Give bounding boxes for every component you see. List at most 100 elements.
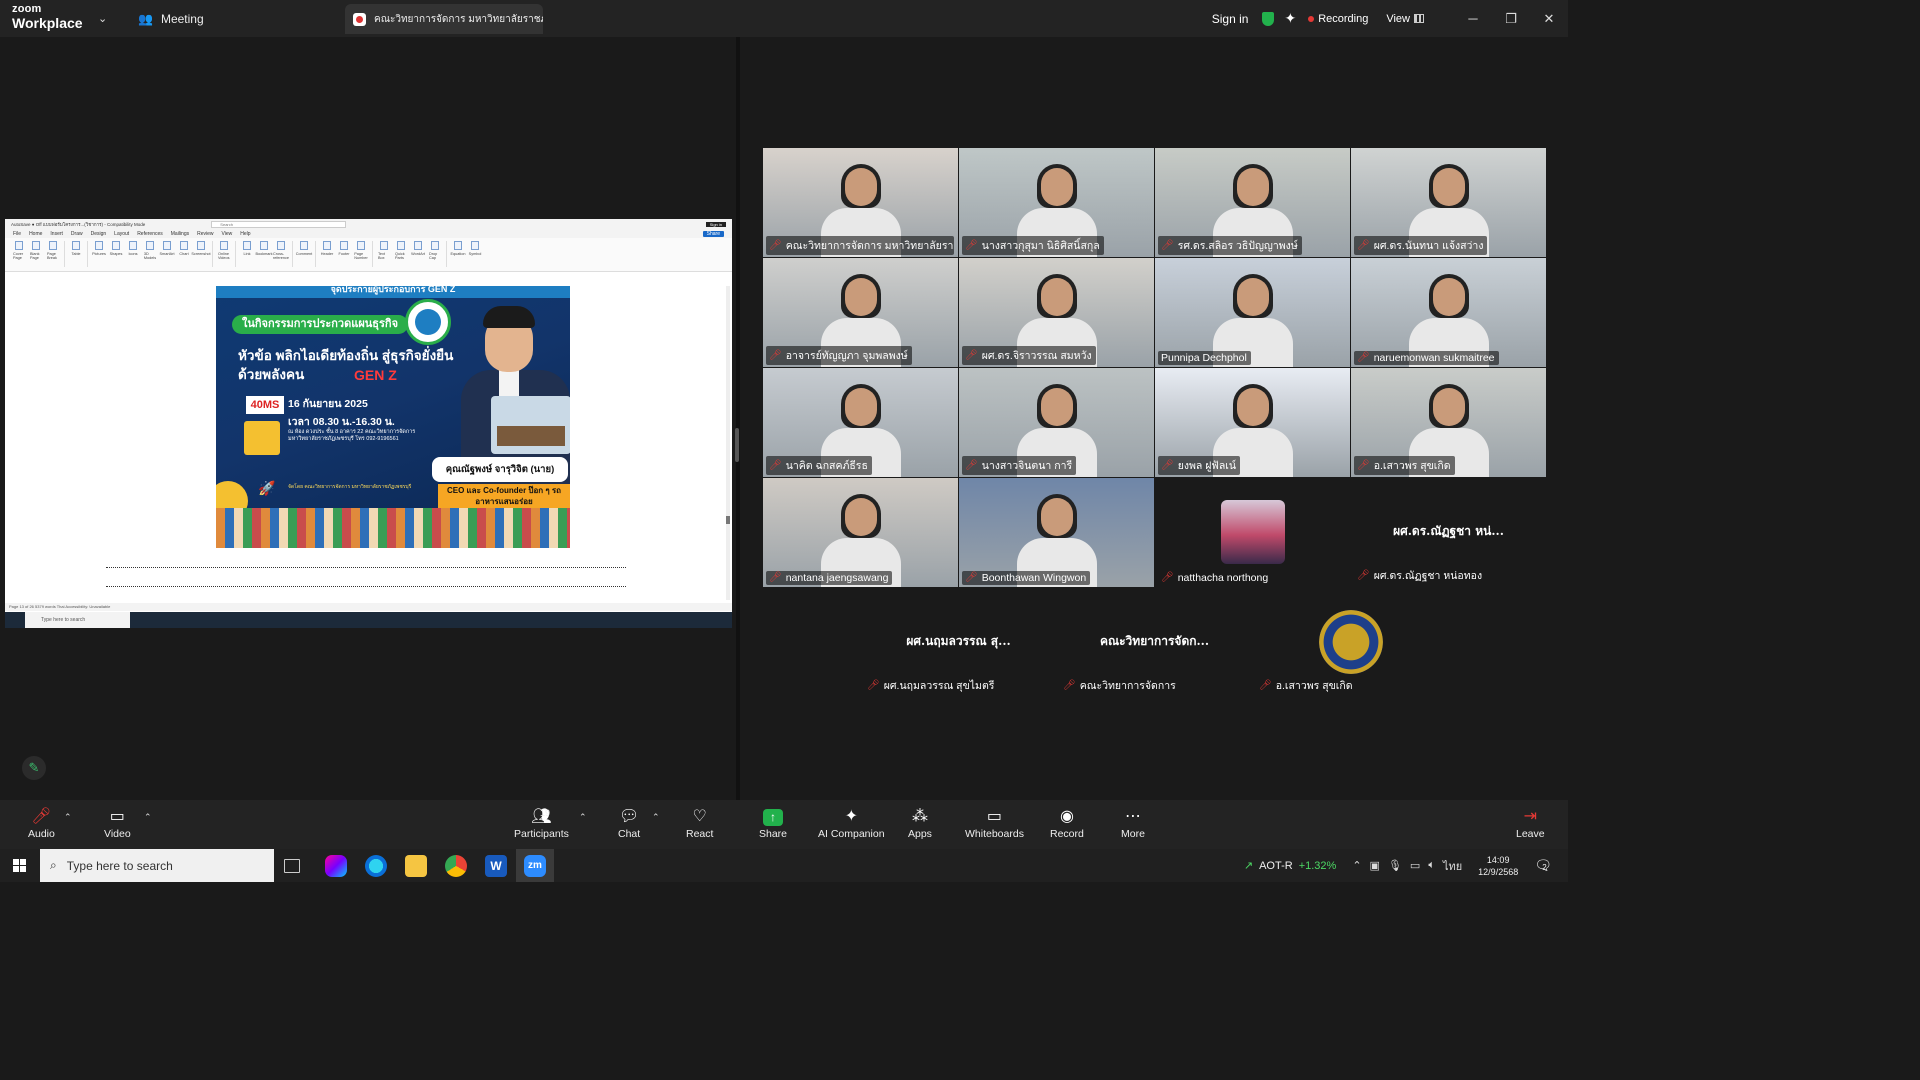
close-icon[interactable]: ✕ bbox=[1530, 11, 1568, 27]
share-screen-button[interactable]: ↑ Share bbox=[759, 806, 787, 846]
participant-tile[interactable]: 🎤︎ นางสาวกุสุมา นิธิศิสนิ์สกุล bbox=[959, 148, 1154, 257]
view-grid-icon[interactable] bbox=[1414, 14, 1424, 23]
chrome-browser-icon[interactable] bbox=[445, 855, 467, 877]
participant-name-tag: 🎤︎ ผศ.ดร.นันทนา แจ้งสว่าง bbox=[1354, 236, 1488, 255]
minimize-icon[interactable]: ─ bbox=[1454, 11, 1492, 26]
stock-widget[interactable]: ↗ AOT-R +1.32% bbox=[1244, 859, 1336, 873]
ribbon-separator bbox=[87, 241, 88, 267]
word-app-icon[interactable]: W bbox=[485, 855, 507, 877]
leave-button[interactable]: ⇥ Leave bbox=[1516, 806, 1545, 846]
react-button[interactable]: ♡ React bbox=[686, 806, 713, 846]
task-view-icon[interactable] bbox=[284, 859, 300, 873]
video-button[interactable]: ▭ Video bbox=[104, 806, 131, 846]
recording-indicator[interactable]: Recording bbox=[1318, 13, 1368, 25]
university-seal-avatar bbox=[1319, 610, 1383, 674]
participant-tile[interactable]: 🎤︎ ยงพล ฝูฟัลเน์ bbox=[1155, 368, 1350, 477]
participant-tile[interactable]: 🎤︎ nantana jaengsawang bbox=[763, 478, 958, 587]
word-share-button: Share bbox=[702, 230, 724, 237]
participant-tile[interactable]: 🎤︎ ผศ.ดร.นันทนา แจ้งสว่าง bbox=[1351, 148, 1546, 257]
tray-chevron-up-icon[interactable]: ⌃ bbox=[1352, 859, 1361, 872]
participant-name: อาจารย์ทัญญภา จุมพลพงษ์ bbox=[785, 350, 908, 362]
poster-40ms-logo: 40MS bbox=[246, 396, 284, 414]
poster-activity-pill: ในกิจกรรมการประกวดแผนธุรกิจ bbox=[232, 315, 409, 334]
volume-icon[interactable]: 🔈︎ bbox=[1428, 859, 1435, 872]
participant-name-tag: 🎤︎ ผศ.นฤมลวรรณ สุขไมตรี bbox=[864, 676, 999, 695]
poster-speaker-role: CEO และ Co-founder ป๊อก ๆ รถอาหารแสนอร่อ… bbox=[438, 484, 570, 508]
participant-name: Boonthawan Wingwon bbox=[981, 572, 1087, 584]
ribbon-footer: Footer bbox=[338, 241, 350, 263]
participant-name: ผศ.ดร.นันทนา แจ้งสว่าง bbox=[1373, 240, 1484, 252]
participant-tile[interactable]: 🎤︎ naruemonwan sukmaitree bbox=[1351, 258, 1546, 367]
participant-tile[interactable]: 🎤︎ อ.เสาวพร สุขเกิด bbox=[1351, 368, 1546, 477]
participants-button[interactable]: 👥︎ 19 Participants bbox=[514, 806, 569, 846]
participants-label: Participants bbox=[514, 828, 569, 840]
word-menu-home: Home bbox=[29, 230, 43, 237]
apps-button[interactable]: ⁂ Apps bbox=[908, 806, 932, 846]
restore-icon[interactable]: ❐ bbox=[1492, 11, 1530, 27]
copilot-icon[interactable] bbox=[325, 855, 347, 877]
ribbon-blank-page: Blank Page bbox=[30, 241, 42, 263]
zoom-logo[interactable]: zoom Workplace bbox=[12, 4, 83, 31]
input-language[interactable]: ไทย bbox=[1443, 857, 1462, 875]
participant-tile[interactable]: 🎤︎ natthacha northong bbox=[1155, 478, 1350, 587]
participant-name: คณะวิทยาการจัดการ มหาวิทยาลัยราชภัฏ... bbox=[785, 240, 954, 252]
taskbar-search-input[interactable]: ⌕ Type here to search bbox=[40, 849, 274, 882]
more-button[interactable]: ⋯ More bbox=[1121, 806, 1145, 846]
shield-icon[interactable] bbox=[1262, 11, 1275, 26]
participants-caret-icon[interactable]: ⌃ bbox=[579, 812, 587, 823]
chat-button[interactable]: 💬︎ Chat bbox=[618, 806, 640, 846]
participant-name-tag: 🎤︎ คณะวิทยาการจัดการ bbox=[1060, 676, 1180, 695]
participant-tile[interactable]: 🎤︎คณะวิทยาการจัดการ มหาวิทยาลัยราชภัฏ... bbox=[763, 148, 958, 257]
whiteboards-label: Whiteboards bbox=[965, 828, 1024, 840]
pane-resize-handle[interactable] bbox=[735, 428, 739, 462]
participant-tile[interactable]: ผศ.ดร.ณัฏฐชา หน่... 🎤︎ ผศ.ดร.ณัฏฐชา หน่อทอ… bbox=[1351, 478, 1546, 587]
mic-off-icon: 🎤︎ bbox=[1357, 569, 1370, 581]
ribbon-cross-reference: Cross-reference bbox=[273, 241, 289, 263]
participant-tile[interactable]: 🎤︎ อ.เสาวพร สุขเกิด bbox=[1253, 588, 1448, 697]
ai-sparkle-icon[interactable]: ✦ bbox=[1284, 10, 1296, 27]
people-icon: 👥 bbox=[138, 12, 153, 26]
participant-tile[interactable]: ผศ.นฤมลวรรณ สุ... 🎤︎ ผศ.นฤมลวรรณ สุขไมตรี bbox=[861, 588, 1056, 697]
word-scrollbar bbox=[726, 286, 730, 600]
video-options-caret-icon[interactable]: ⌃ bbox=[144, 812, 152, 823]
tray-meet-icon[interactable]: ▣ bbox=[1370, 859, 1380, 872]
taskbar-clock[interactable]: 14:09 12/9/2568 bbox=[1478, 854, 1518, 878]
zoom-taskbar-active[interactable]: zm bbox=[516, 849, 554, 882]
chevron-down-icon[interactable]: ⌄ bbox=[98, 12, 107, 25]
windows-start-icon[interactable] bbox=[13, 859, 26, 872]
notification-center-icon[interactable]: 🗨︎ 2 bbox=[1534, 857, 1552, 874]
audio-button[interactable]: 🎤︎ Audio bbox=[28, 806, 55, 846]
whiteboards-button[interactable]: ▭ Whiteboards bbox=[965, 806, 1024, 846]
ribbon-icons: Icons bbox=[127, 241, 139, 263]
ribbon-separator bbox=[212, 241, 213, 267]
sign-in-button[interactable]: Sign in bbox=[1212, 12, 1249, 26]
participant-name: ยงพล ฝูฟัลเน์ bbox=[1177, 460, 1237, 472]
participant-name-tag: 🎤︎ อาจารย์ทัญญภา จุมพลพงษ์ bbox=[766, 346, 912, 365]
shared-screen-tab[interactable]: คณะวิทยาการจัดการ มหาวิทยาลัยราชภัฏ ⋯ bbox=[345, 4, 543, 34]
participant-tile[interactable]: 🎤︎ Boonthawan Wingwon bbox=[959, 478, 1154, 587]
participant-tile[interactable]: 🎤︎ นางสาวจินตนา การี bbox=[959, 368, 1154, 477]
network-icon[interactable]: ▭ bbox=[1410, 859, 1420, 872]
record-button[interactable]: ◉ Record bbox=[1050, 806, 1084, 846]
ai-companion-button[interactable]: ✦ AI Companion bbox=[818, 806, 885, 846]
audio-options-caret-icon[interactable]: ⌃ bbox=[64, 812, 72, 823]
chat-caret-icon[interactable]: ⌃ bbox=[652, 812, 660, 823]
participant-tile[interactable]: 🎤︎ รศ.ดร.สลิอร วธิปัญญาพงษ์ bbox=[1155, 148, 1350, 257]
meeting-tab[interactable]: 👥 Meeting bbox=[138, 8, 204, 30]
tray-mic-icon[interactable]: 🎙︎ bbox=[1388, 859, 1402, 872]
brand-bottom: Workplace bbox=[12, 15, 83, 31]
calendar-icon bbox=[244, 421, 280, 455]
chat-label: Chat bbox=[618, 828, 641, 840]
participant-tile[interactable]: 🎤︎ ผศ.ดร.จิราวรรณ สมหวัง bbox=[959, 258, 1154, 367]
edge-browser-icon[interactable] bbox=[365, 855, 387, 877]
participant-tile[interactable]: คณะวิทยาการจัดก... 🎤︎ คณะวิทยาการจัดการ bbox=[1057, 588, 1252, 697]
participant-name-tag: 🎤︎ อ.เสาวพร สุขเกิด bbox=[1256, 676, 1357, 695]
participant-name: อ.เสาวพร สุขเกิด bbox=[1275, 680, 1353, 692]
participant-tile[interactable]: 🎤︎ นาคิต ฉกสคภ์ธีรธ bbox=[763, 368, 958, 477]
annotate-pencil-icon[interactable]: ✎ bbox=[22, 756, 46, 780]
file-explorer-icon[interactable] bbox=[405, 855, 427, 877]
participant-tile[interactable]: Punnipa Dechphol bbox=[1155, 258, 1350, 367]
leave-label: Leave bbox=[1516, 828, 1545, 840]
participant-tile[interactable]: 🎤︎ อาจารย์ทัญญภา จุมพลพงษ์ bbox=[763, 258, 958, 367]
view-button[interactable]: View bbox=[1386, 13, 1410, 25]
